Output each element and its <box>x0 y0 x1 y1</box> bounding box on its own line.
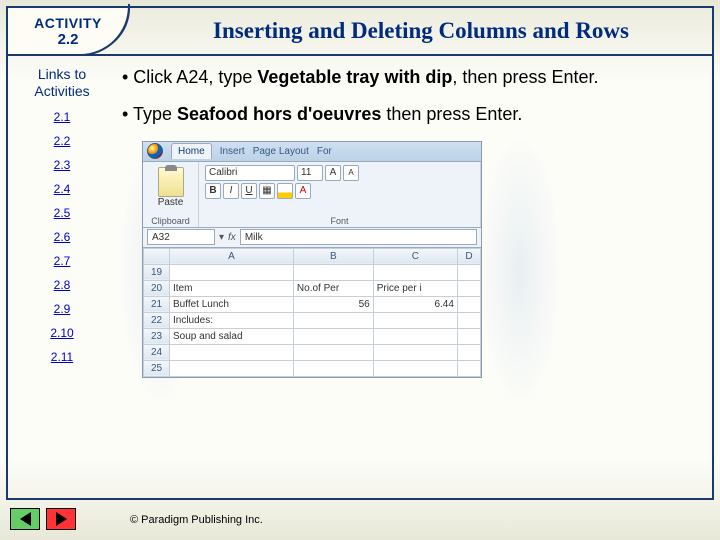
ribbon-tabs: Home Insert Page Layout For <box>143 142 481 162</box>
formula-bar: A32 ▾ fx Milk <box>143 228 481 248</box>
bullet-1-post: , then press Enter. <box>452 67 598 87</box>
font-group-label: Font <box>205 214 474 226</box>
name-box: A32 <box>147 229 215 245</box>
ribbon-group-font: Calibri 11 A A B I U ▦ <box>199 162 481 227</box>
tab-page-layout: Page Layout <box>253 146 309 157</box>
arrow-right-icon <box>56 512 67 526</box>
sidebar-link-2-7[interactable]: 2.7 <box>8 254 116 268</box>
font-color-icon: A <box>295 183 311 199</box>
nav-controls <box>10 508 76 530</box>
title-box: Inserting and Deleting Columns and Rows <box>130 8 712 54</box>
underline-icon: U <box>241 183 257 199</box>
sidebar-link-2-5[interactable]: 2.5 <box>8 206 116 220</box>
links-heading-line2: Activities <box>34 83 89 99</box>
sidebar-link-2-4[interactable]: 2.4 <box>8 182 116 196</box>
next-button[interactable] <box>46 508 76 530</box>
sidebar-link-2-9[interactable]: 2.9 <box>8 302 116 316</box>
row-24: 24 <box>144 344 481 360</box>
sidebar-link-2-8[interactable]: 2.8 <box>8 278 116 292</box>
bullet-2-pre: • Type <box>122 104 177 124</box>
links-heading-line1: Links to <box>38 66 86 82</box>
screenshot-wrap: Home Insert Page Layout For Paste Clipbo… <box>122 141 698 378</box>
sidebar-link-2-1[interactable]: 2.1 <box>8 110 116 124</box>
prev-button[interactable] <box>10 508 40 530</box>
sidebar-link-2-2[interactable]: 2.2 <box>8 134 116 148</box>
sidebar-link-2-11[interactable]: 2.11 <box>8 350 116 364</box>
content-area: • Click A24, type Vegetable tray with di… <box>116 56 712 498</box>
copyright: © Paradigm Publishing Inc. <box>130 514 263 526</box>
arrow-left-icon <box>20 512 31 526</box>
activity-label: ACTIVITY <box>34 15 102 31</box>
ribbon-group-clipboard: Paste Clipboard <box>143 162 199 227</box>
row-22: 22Includes: <box>144 312 481 328</box>
grow-font-icon: A <box>325 165 341 181</box>
border-icon: ▦ <box>259 183 275 199</box>
col-B: B <box>293 248 373 264</box>
bullet-1: • Click A24, type Vegetable tray with di… <box>122 66 698 89</box>
tab-formulas-cut: For <box>317 146 332 157</box>
row-21: 21Buffet Lunch566.44 <box>144 296 481 312</box>
links-heading: Links to Activities <box>8 66 116 100</box>
header: ACTIVITY 2.2 Inserting and Deleting Colu… <box>8 8 712 56</box>
bullet-1-bold: Vegetable tray with dip <box>257 67 452 87</box>
bullet-1-pre: • Click A24, type <box>122 67 257 87</box>
slide-frame: ACTIVITY 2.2 Inserting and Deleting Colu… <box>6 6 714 500</box>
shrink-font-icon: A <box>343 165 359 181</box>
bullet-2-bold: Seafood hors d'oeuvres <box>177 104 381 124</box>
row-23: 23Soup and salad <box>144 328 481 344</box>
activity-number: 2.2 <box>58 31 79 48</box>
office-button-icon <box>147 143 163 159</box>
spreadsheet-grid: A B C D 19 20ItemNo.of PerPrice per i 21… <box>143 248 481 377</box>
page-title: Inserting and Deleting Columns and Rows <box>213 18 629 44</box>
row-20: 20ItemNo.of PerPrice per i <box>144 280 481 296</box>
sidebar-link-2-6[interactable]: 2.6 <box>8 230 116 244</box>
font-size-box: 11 <box>297 165 323 181</box>
bullet-2-post: then press Enter. <box>381 104 522 124</box>
row-19: 19 <box>144 264 481 280</box>
fx-icon: fx <box>224 232 240 243</box>
body: Links to Activities 2.1 2.2 2.3 2.4 2.5 … <box>8 56 712 498</box>
col-C: C <box>373 248 457 264</box>
col-header-row: A B C D <box>144 248 481 264</box>
ribbon-body: Paste Clipboard Calibri 11 A A <box>143 162 481 228</box>
paste-icon <box>158 167 184 197</box>
tab-insert: Insert <box>220 146 245 157</box>
sidebar-link-2-3[interactable]: 2.3 <box>8 158 116 172</box>
excel-screenshot: Home Insert Page Layout For Paste Clipbo… <box>142 141 482 378</box>
paste-label: Paste <box>149 197 192 208</box>
sidebar-link-2-10[interactable]: 2.10 <box>8 326 116 340</box>
col-A: A <box>170 248 294 264</box>
bullet-2: • Type Seafood hors d'oeuvres then press… <box>122 103 698 126</box>
formula-value: Milk <box>240 229 477 245</box>
corner-cell <box>144 248 170 264</box>
activity-badge: ACTIVITY 2.2 <box>8 8 130 54</box>
bold-icon: B <box>205 183 221 199</box>
clipboard-label: Clipboard <box>149 214 192 226</box>
font-name-box: Calibri <box>205 165 295 181</box>
sidebar: Links to Activities 2.1 2.2 2.3 2.4 2.5 … <box>8 56 116 498</box>
row-25: 25 <box>144 360 481 376</box>
fill-color-icon <box>277 183 293 199</box>
tab-home: Home <box>171 143 212 159</box>
italic-icon: I <box>223 183 239 199</box>
col-D: D <box>457 248 480 264</box>
